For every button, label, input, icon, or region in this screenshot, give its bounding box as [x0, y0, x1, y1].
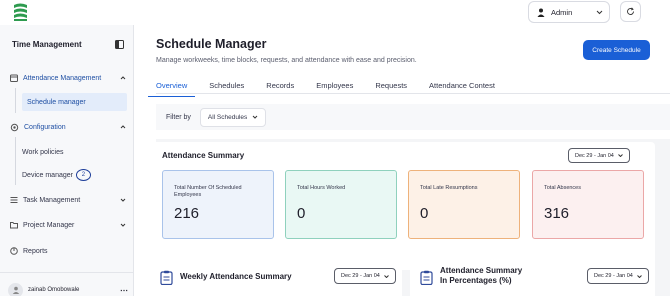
sidebar-item-project-manager[interactable]: Project Manager — [10, 217, 126, 233]
tab-bar: Overview Schedules Records Employees Req… — [148, 77, 517, 97]
weekly-date-range-select[interactable]: Dec 29 - Jan 04 — [334, 268, 396, 284]
percentage-date-range-select[interactable]: Dec 29 - Jan 04 — [587, 268, 649, 284]
weekly-summary-title: Weekly Attendance Summary — [180, 272, 292, 281]
chevron-down-icon — [252, 115, 258, 119]
stat-card-absences: Total Absences 316 — [532, 170, 644, 239]
refresh-button[interactable] — [620, 1, 641, 22]
stat-value: 216 — [174, 205, 200, 222]
chevron-down-icon — [636, 274, 642, 278]
clipboard-icon — [420, 270, 433, 285]
folder-icon — [10, 222, 18, 229]
settings-icon — [10, 123, 19, 131]
sidebar-title: Time Management — [12, 40, 82, 49]
chevron-down-icon — [120, 198, 126, 202]
attendance-summary-panel: Attendance Summary Dec 29 - Jan 04 Total… — [150, 142, 655, 270]
tab-employees[interactable]: Employees — [316, 77, 353, 97]
user-icon — [537, 8, 545, 17]
sidebar-item-reports[interactable]: Reports — [10, 243, 126, 259]
user-profile[interactable]: zainab Omobowale ⋯ — [8, 282, 128, 296]
page-subtitle: Manage workweeks, time blocks, requests,… — [156, 57, 417, 64]
stat-card-hours-worked: Total Hours Worked 0 — [285, 170, 397, 239]
stat-value: 0 — [420, 205, 429, 222]
tab-schedules[interactable]: Schedules — [209, 77, 244, 97]
chevron-down-icon — [120, 223, 126, 227]
calendar-icon — [10, 74, 18, 82]
chevron-up-icon — [120, 76, 126, 80]
sidebar-item-schedule-manager[interactable]: Schedule manager — [22, 93, 127, 111]
sidebar: Time Management Attendance Management Sc… — [0, 25, 134, 296]
main-content: Schedule Manager Manage workweeks, time … — [134, 25, 670, 296]
sidebar-header: Time Management — [12, 40, 124, 49]
device-count-badge: 2 — [75, 169, 91, 181]
user-name: zainab Omobowale — [28, 287, 80, 293]
chevron-down-icon — [383, 274, 389, 278]
stat-card-scheduled-employees: Total Number Of Scheduled Employees 216 — [162, 170, 274, 239]
sidebar-item-configuration[interactable]: Configuration — [10, 119, 126, 135]
tab-requests[interactable]: Requests — [375, 77, 407, 97]
filter-bar: Filter by All Schedules — [156, 104, 670, 130]
collapse-sidebar-icon[interactable] — [115, 40, 124, 49]
percentage-summary-title: Attendance Summary In Percentages (%) — [440, 266, 523, 285]
chevron-up-icon — [120, 125, 126, 129]
stat-value: 0 — [297, 205, 306, 222]
tab-overview[interactable]: Overview — [148, 77, 196, 97]
clipboard-icon — [160, 270, 173, 285]
summary-date-range-select[interactable]: Dec 29 - Jan 04 — [568, 148, 630, 163]
user-icon — [12, 286, 19, 294]
sidebar-item-device-manager[interactable]: Device manager 2 — [22, 166, 91, 184]
create-schedule-button[interactable]: Create Schedule — [583, 40, 650, 60]
reports-icon — [10, 247, 18, 255]
top-bar: Admin — [0, 0, 670, 25]
attendance-summary-title: Attendance Summary — [162, 151, 245, 160]
stat-card-late-resumptions: Total Late Resumptions 0 — [408, 170, 520, 239]
page-title: Schedule Manager — [156, 37, 267, 51]
chevron-down-icon — [617, 154, 623, 157]
admin-dropdown[interactable]: Admin — [528, 1, 610, 23]
admin-label: Admin — [551, 7, 573, 17]
sidebar-item-task-management[interactable]: Task Management — [10, 192, 126, 208]
stat-value: 316 — [544, 205, 570, 222]
avatar — [8, 282, 23, 296]
refresh-icon — [627, 7, 634, 15]
app-logo[interactable] — [11, 2, 30, 22]
tab-attendance-contest[interactable]: Attendance Contest — [429, 77, 495, 97]
weekly-attendance-panel: Weekly Attendance Summary Dec 29 - Jan 0… — [150, 260, 402, 296]
sidebar-item-work-policies[interactable]: Work policies — [22, 143, 64, 161]
tab-records[interactable]: Records — [266, 77, 294, 97]
filter-label: Filter by — [166, 113, 191, 121]
schedule-filter-select[interactable]: All Schedules — [199, 107, 267, 127]
list-icon — [10, 197, 18, 203]
attendance-percentage-panel: Attendance Summary In Percentages (%) De… — [410, 260, 655, 296]
more-options-icon[interactable]: ⋯ — [120, 286, 128, 295]
sidebar-item-attendance-management[interactable]: Attendance Management — [10, 70, 126, 86]
chevron-down-icon — [596, 10, 603, 14]
